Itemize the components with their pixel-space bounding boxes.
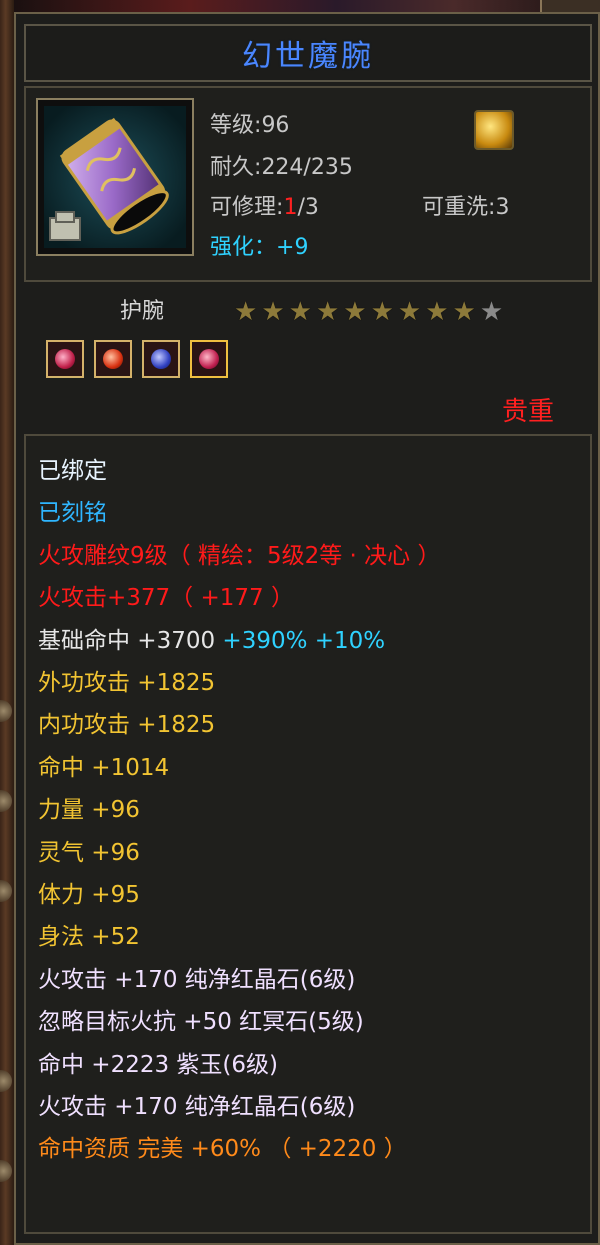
item-type-section: 护腕 ★ ★ ★ ★ ★ ★ ★ ★ ★ ★ 贵重 (24, 286, 592, 434)
attribute-line: 火攻击 +170 纯净红晶石(6级) (38, 1092, 355, 1122)
star-filled-icon: ★ (370, 297, 394, 327)
attribute-line: 火攻击 +170 纯净红晶石(6级) (38, 965, 355, 995)
star-filled-icon: ★ (343, 297, 367, 327)
attribute-text: 体力 +95 (38, 882, 140, 908)
repair-total: /3 (297, 195, 319, 220)
item-type: 护腕 (120, 299, 165, 324)
attribute-text: 忽略目标火抗 +50 红冥石(5级) (38, 1009, 364, 1036)
attribute-text: 火攻雕纹9级（ 精绘：5级2等 · 决心 ） (38, 542, 441, 569)
attribute-text: 身法 +52 (38, 924, 140, 951)
attribute-text: 火攻击+377（ +177 ） (38, 585, 294, 612)
level-value: 96 (261, 113, 290, 138)
attribute-text: 力量 +96 (38, 797, 140, 824)
durability-row: 耐久:224/235 (210, 154, 353, 182)
item-info-box: 等级:96 耐久:224/235 可修理:1/3 可重洗:3 强化：+9 (24, 86, 592, 282)
enhance-value: +9 (276, 235, 309, 260)
attribute-line: 基础命中 +3700 +390% +10% (38, 626, 385, 656)
attribute-line: 力量 +96 (38, 795, 140, 825)
gem-slot-red-gem-icon[interactable] (94, 340, 132, 378)
edge-ornament (0, 700, 12, 722)
enhance-row: 强化：+9 (210, 234, 308, 262)
attribute-line: 忽略目标火抗 +50 红冥石(5级) (38, 1007, 364, 1037)
attribute-line: 身法 +52 (38, 922, 140, 952)
attribute-line: 已绑定 (38, 456, 107, 486)
reroll-label: 可重洗 (422, 195, 489, 220)
reroll-value: 3 (495, 195, 510, 220)
edge-ornament (0, 790, 12, 812)
item-tooltip-panel: 幻世魔腕 等级:96 耐久:224/235 可修理:1/3 可重洗:3 强化：+… (14, 12, 600, 1245)
star-filled-icon: ★ (261, 297, 285, 327)
attribute-text: 命中资质 完美 +60% （ +2220 ） (38, 1136, 407, 1163)
durability-value: 224/235 (261, 155, 353, 180)
attribute-bonus: +390% +10% (215, 627, 386, 654)
attribute-text: 已刻铭 (38, 500, 107, 527)
star-filled-icon: ★ (288, 297, 312, 327)
reroll-row: 可重洗:3 (422, 194, 509, 222)
attribute-line: 灵气 +96 (38, 838, 140, 868)
attribute-line: 体力 +95 (38, 880, 140, 910)
gem-slots (46, 340, 228, 378)
attribute-list-box: 已绑定已刻铭火攻雕纹9级（ 精绘：5级2等 · 决心 ） 火攻击+377（ +17… (24, 434, 592, 1234)
edge-ornament (0, 1160, 12, 1182)
attribute-text: 灵气 +96 (38, 839, 140, 866)
star-filled-icon: ★ (397, 297, 422, 327)
colon: ： (254, 235, 277, 260)
item-name: 幻世魔腕 (242, 39, 374, 74)
bracer-icon (44, 106, 186, 248)
attribute-text: 内功攻击 +1825 (38, 712, 216, 739)
attribute-line: 火攻击+377（ +177 ） (38, 583, 294, 613)
attribute-line: 已刻铭 (38, 498, 107, 528)
rarity-label: 贵重 (502, 397, 555, 427)
attribute-line: 外功攻击 +1825 (38, 668, 215, 698)
repair-used: 1 (283, 195, 298, 220)
star-filled-icon: ★ (234, 297, 258, 327)
attribute-line: 火攻雕纹9级（ 精绘：5级2等 · 决心 ） (38, 541, 440, 571)
level-row: 等级:96 (210, 112, 289, 140)
attribute-line: 命中 +1014 (38, 753, 169, 783)
repair-row: 可修理:1/3 (210, 194, 319, 222)
ornament-badge-icon (474, 110, 514, 150)
star-filled-icon: ★ (315, 297, 340, 327)
repair-label: 可修理 (210, 195, 277, 220)
star-filled-icon: ★ (425, 297, 449, 327)
attribute-text: 火攻击 +170 纯净红晶石(6级) (38, 966, 356, 993)
item-title-bar: 幻世魔腕 (24, 24, 592, 82)
attribute-text: 命中 +1014 (38, 754, 170, 781)
attribute-text: 基础命中 +3700 (38, 627, 216, 654)
gem-slot-blue-gem-icon[interactable] (142, 340, 180, 378)
edge-ornament (0, 1070, 12, 1092)
item-icon-frame (36, 98, 194, 256)
left-window-edge (0, 0, 14, 1245)
star-filled-icon: ★ (452, 297, 476, 327)
gem-slot-pink-gem-selected-icon[interactable] (190, 340, 228, 378)
attribute-text: 火攻击 +170 纯净红晶石(6级) (38, 1094, 356, 1120)
edge-ornament (0, 880, 12, 902)
enhance-label: 强化 (210, 235, 255, 260)
durability-label: 耐久 (210, 155, 255, 180)
attribute-line: 命中资质 完美 +60% （ +2220 ） (38, 1134, 407, 1164)
star-empty-icon: ★ (479, 297, 504, 327)
attribute-text: 命中 +2223 紫玉(6级) (38, 1051, 279, 1078)
gem-slot-pink-gem-icon[interactable] (46, 340, 84, 378)
attribute-text: 外功攻击 +1825 (38, 670, 216, 696)
star-rating: ★ ★ ★ ★ ★ ★ ★ ★ ★ ★ (234, 298, 503, 326)
attribute-line: 命中 +2223 紫玉(6级) (38, 1050, 278, 1080)
attribute-text: 已绑定 (38, 458, 107, 484)
level-label: 等级 (210, 113, 255, 138)
attribute-line: 内功攻击 +1825 (38, 710, 215, 740)
